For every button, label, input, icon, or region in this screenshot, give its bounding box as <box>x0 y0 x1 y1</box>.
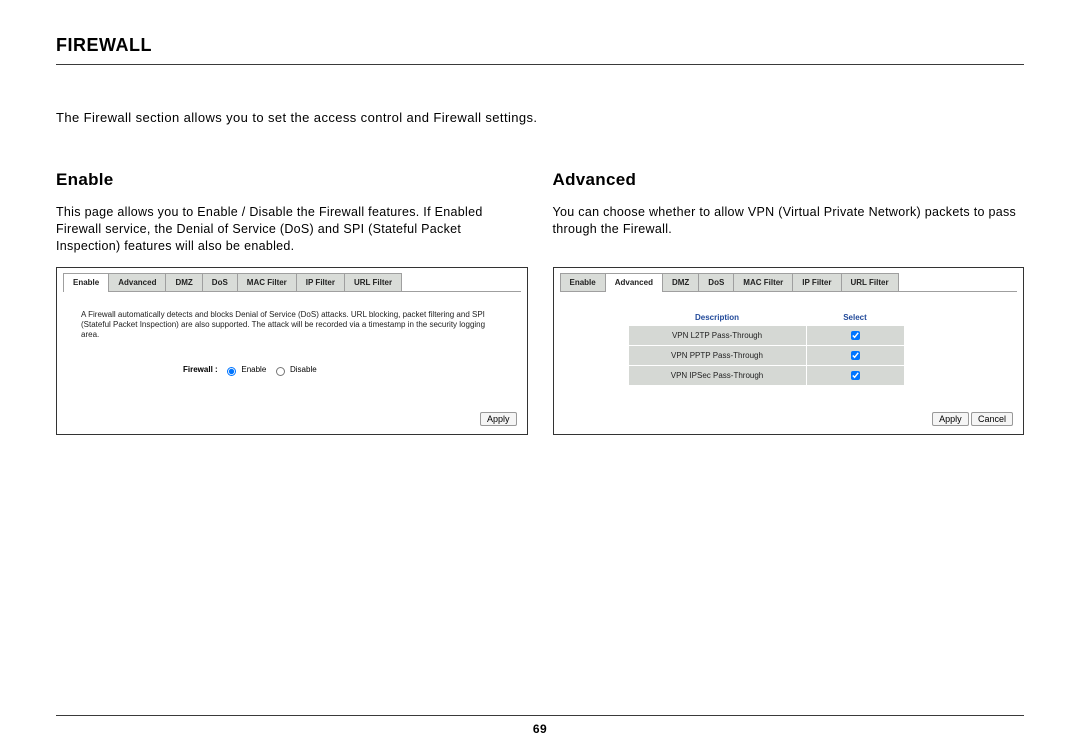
row-select <box>806 366 904 386</box>
enable-heading: Enable <box>56 170 528 190</box>
tab-advanced[interactable]: Advanced <box>606 273 663 291</box>
th-description: Description <box>628 310 806 326</box>
firewall-enable-radio[interactable] <box>227 367 236 376</box>
page-title: FIREWALL <box>56 35 1024 56</box>
apply-button[interactable]: Apply <box>480 412 517 426</box>
page-number: 69 <box>0 722 1080 736</box>
pptp-checkbox[interactable] <box>851 351 860 360</box>
table-header-row: Description Select <box>628 310 904 326</box>
advanced-table-wrap: Description Select VPN L2TP Pass-Through… <box>560 292 1018 386</box>
l2tp-checkbox[interactable] <box>851 331 860 340</box>
firewall-radio-label: Firewall : <box>183 365 218 374</box>
tab-dos[interactable]: DoS <box>203 273 238 291</box>
row-desc: VPN IPSec Pass-Through <box>628 366 806 386</box>
enable-button-row: Apply <box>480 412 517 426</box>
divider-top <box>56 64 1024 65</box>
tab-bar-advanced: Enable Advanced DMZ DoS MAC Filter IP Fi… <box>560 273 1018 292</box>
cancel-button[interactable]: Cancel <box>971 412 1013 426</box>
document-page: FIREWALL The Firewall section allows you… <box>0 0 1080 756</box>
tab-bar: Enable Advanced DMZ DoS MAC Filter IP Fi… <box>63 273 521 292</box>
firewall-disable-label: Disable <box>290 365 317 374</box>
ipsec-checkbox[interactable] <box>851 371 860 380</box>
enable-column: Enable This page allows you to Enable / … <box>56 170 528 435</box>
advanced-column: Advanced You can choose whether to allow… <box>553 170 1025 435</box>
row-select <box>806 326 904 346</box>
apply-button[interactable]: Apply <box>932 412 969 426</box>
two-columns: Enable This page allows you to Enable / … <box>56 170 1024 435</box>
tab-enable[interactable]: Enable <box>560 273 606 291</box>
tab-mac-filter[interactable]: MAC Filter <box>734 273 793 291</box>
tab-ip-filter[interactable]: IP Filter <box>297 273 345 291</box>
enable-panel-text: A Firewall automatically detects and blo… <box>63 292 521 340</box>
table-row: VPN IPSec Pass-Through <box>628 366 904 386</box>
th-select: Select <box>806 310 904 326</box>
firewall-enable-label: Enable <box>241 365 266 374</box>
intro-text: The Firewall section allows you to set t… <box>56 110 1024 125</box>
tab-dmz[interactable]: DMZ <box>166 273 202 291</box>
tab-url-filter[interactable]: URL Filter <box>345 273 402 291</box>
tab-advanced[interactable]: Advanced <box>109 273 166 291</box>
enable-description: This page allows you to Enable / Disable… <box>56 204 528 259</box>
tab-enable[interactable]: Enable <box>63 273 109 291</box>
divider-bottom <box>56 715 1024 716</box>
firewall-radio-row: Firewall : Enable Disable <box>63 340 521 376</box>
table-row: VPN PPTP Pass-Through <box>628 346 904 366</box>
row-desc: VPN PPTP Pass-Through <box>628 346 806 366</box>
tab-dos[interactable]: DoS <box>699 273 734 291</box>
enable-screenshot: Enable Advanced DMZ DoS MAC Filter IP Fi… <box>56 267 528 435</box>
advanced-screenshot: Enable Advanced DMZ DoS MAC Filter IP Fi… <box>553 267 1025 435</box>
advanced-button-row: Apply Cancel <box>932 412 1013 426</box>
table-row: VPN L2TP Pass-Through <box>628 326 904 346</box>
row-select <box>806 346 904 366</box>
advanced-description: You can choose whether to allow VPN (Vir… <box>553 204 1025 259</box>
tab-dmz[interactable]: DMZ <box>663 273 699 291</box>
tab-url-filter[interactable]: URL Filter <box>842 273 899 291</box>
tab-mac-filter[interactable]: MAC Filter <box>238 273 297 291</box>
tab-ip-filter[interactable]: IP Filter <box>793 273 841 291</box>
advanced-table: Description Select VPN L2TP Pass-Through… <box>628 310 905 386</box>
firewall-disable-radio[interactable] <box>276 367 285 376</box>
advanced-heading: Advanced <box>553 170 1025 190</box>
row-desc: VPN L2TP Pass-Through <box>628 326 806 346</box>
